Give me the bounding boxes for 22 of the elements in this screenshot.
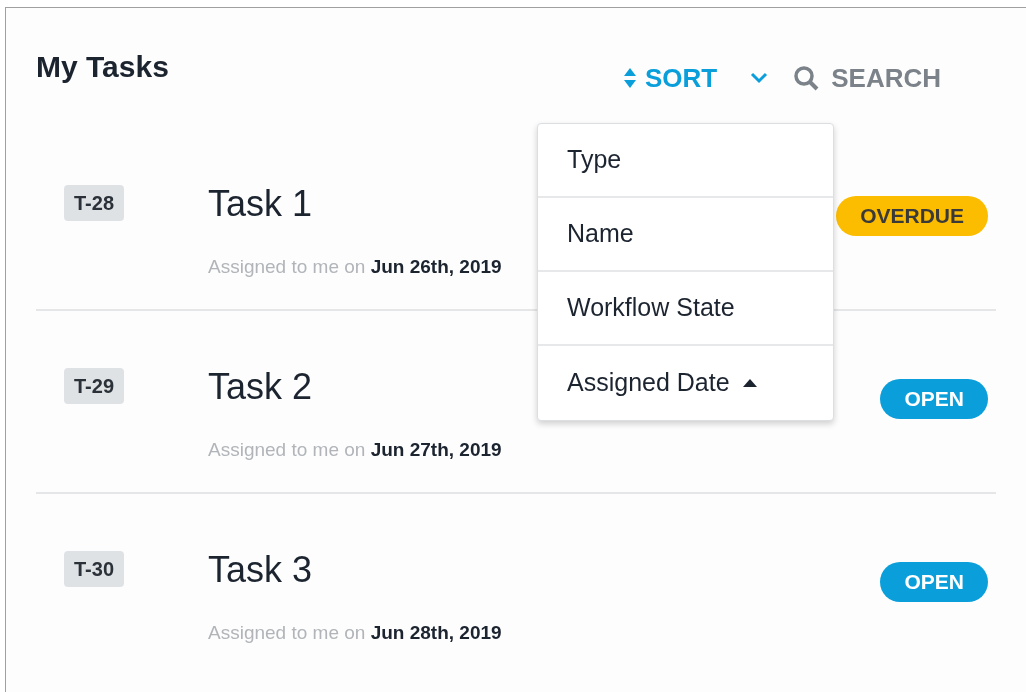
page-title: My Tasks <box>36 49 169 85</box>
task-id-badge: T-28 <box>64 185 125 221</box>
search-icon <box>793 65 820 91</box>
chevron-down-icon[interactable] <box>749 71 770 85</box>
caret-up-icon <box>741 378 758 388</box>
task-id-badge: T-30 <box>64 551 125 587</box>
sort-option[interactable]: Name <box>538 198 833 272</box>
search-button[interactable]: SEARCH <box>793 58 941 98</box>
task-id-badge: T-29 <box>64 368 125 404</box>
status-badge: OPEN <box>880 562 988 602</box>
assigned-text: Assigned to me on Jun 28th, 2019 <box>208 621 503 645</box>
status-badge: OVERDUE <box>836 196 988 236</box>
task-name[interactable]: Task 3 <box>208 552 313 588</box>
assigned-text: Assigned to me on Jun 27th, 2019 <box>208 438 503 462</box>
sort-option[interactable]: Assigned Date <box>538 346 833 420</box>
status-badge: OPEN <box>880 379 988 419</box>
sort-icon <box>622 67 637 89</box>
task-name[interactable]: Task 2 <box>208 369 313 405</box>
task-name[interactable]: Task 1 <box>208 186 313 222</box>
sort-option[interactable]: Workflow State <box>538 272 833 346</box>
sort-option[interactable]: Type <box>538 124 833 198</box>
assigned-text: Assigned to me on Jun 26th, 2019 <box>208 255 503 279</box>
